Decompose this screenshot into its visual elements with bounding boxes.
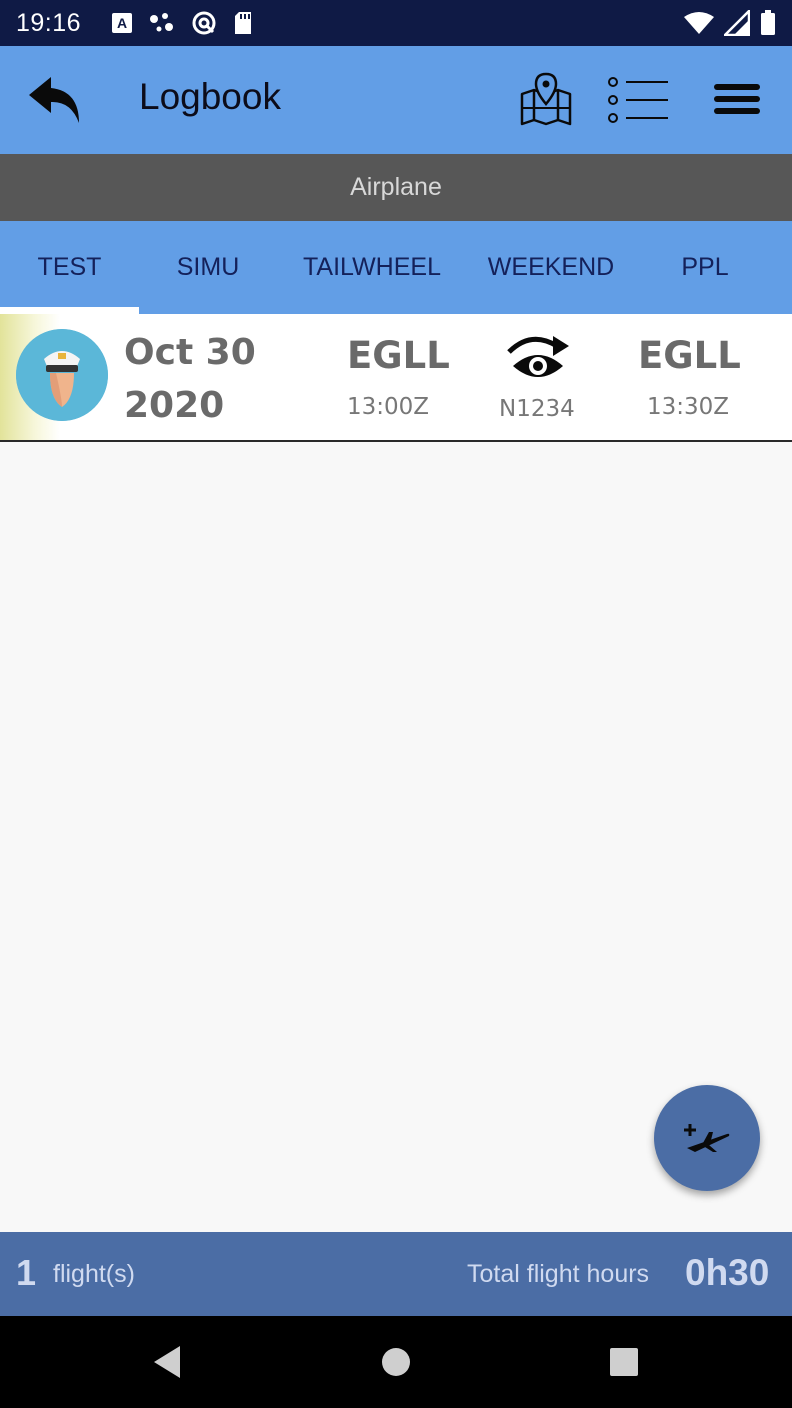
tab-ppl[interactable]: PPL — [635, 221, 775, 314]
wifi-icon — [684, 12, 714, 34]
dots-icon — [150, 13, 174, 32]
tab-label: TAILWHEEL — [303, 253, 441, 281]
add-flight-button[interactable] — [654, 1085, 760, 1191]
back-button[interactable] — [26, 74, 82, 126]
list-icon — [608, 77, 668, 123]
status-system-icons — [684, 10, 776, 36]
departure-airport: EGLL — [347, 334, 450, 377]
total-hours-label: Total flight hours — [467, 1260, 650, 1288]
tab-label: PPL — [681, 253, 729, 281]
signal-icon — [724, 10, 750, 36]
flight-count-label: flight(s) — [53, 1260, 135, 1288]
tab-indicator — [0, 307, 139, 314]
pilot-avatar-icon — [16, 329, 108, 421]
nav-back-icon[interactable] — [148, 1342, 188, 1382]
svg-text:A: A — [117, 15, 127, 31]
arrival-airport: EGLL — [638, 334, 741, 377]
flight-row[interactable]: Oct 30 2020 EGLL 13:00Z N1234 EGLL 13:30… — [0, 314, 792, 442]
eye-redo-icon — [507, 336, 569, 377]
nav-recents-icon[interactable] — [604, 1342, 644, 1382]
back-icon — [29, 77, 79, 123]
flight-count: 1 — [16, 1252, 37, 1293]
tab-label: TEST — [37, 253, 102, 281]
tab-label: WEEKEND — [487, 253, 615, 281]
status-time: 19:16 — [16, 8, 82, 37]
a-notification-icon: A — [112, 13, 133, 33]
status-bar: 19:16 A — [0, 0, 792, 46]
menu-button[interactable] — [712, 82, 764, 118]
tab-test[interactable]: TEST — [0, 221, 139, 314]
flight-date-day: Oct 30 — [124, 332, 256, 373]
tab-label: SIMU — [176, 253, 240, 281]
sync-icon — [192, 11, 216, 35]
add-flight-icon — [684, 1124, 730, 1152]
list-view-button[interactable] — [604, 76, 672, 124]
flight-date-year: 2020 — [124, 385, 225, 426]
total-hours-value: 0h30 — [685, 1252, 770, 1293]
tab-simu[interactable]: SIMU — [139, 221, 277, 314]
category-header: Airplane — [0, 154, 792, 221]
tab-bar: TEST SIMU TAILWHEEL WEEKEND PPL — [0, 221, 792, 314]
flight-date: Oct 30 2020 — [124, 326, 324, 432]
nav-home-icon[interactable] — [376, 1342, 416, 1382]
tab-tailwheel[interactable]: TAILWHEEL — [277, 221, 467, 314]
sdcard-icon — [235, 12, 252, 34]
departure-time: 13:00Z — [347, 394, 430, 420]
aircraft-registration: N1234 — [499, 396, 575, 422]
system-nav-bar — [0, 1316, 792, 1408]
page-title: Logbook — [139, 76, 281, 117]
arrival-time: 13:30Z — [647, 394, 730, 420]
map-icon — [520, 72, 572, 126]
app-bar: Logbook — [0, 46, 792, 154]
category-title: Airplane — [350, 173, 442, 201]
menu-icon — [714, 84, 760, 114]
status-notification-icons: A — [111, 10, 253, 36]
battery-icon — [761, 10, 775, 35]
summary-footer: 1 flight(s) Total flight hours 0h30 — [0, 1232, 792, 1316]
map-button[interactable] — [518, 72, 574, 128]
tab-weekend[interactable]: WEEKEND — [467, 221, 635, 314]
